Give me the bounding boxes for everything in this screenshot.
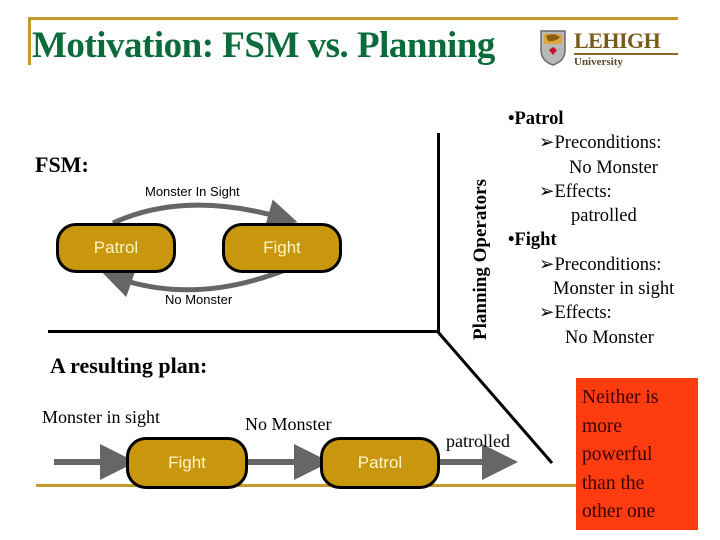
conclusion-callout: Neither is more powerful than the other … [576, 378, 698, 530]
state-label: Fight [263, 238, 301, 257]
callout-line: other one [582, 501, 656, 522]
plan-condition-monster-in-sight: Monster in sight [42, 407, 161, 427]
callout-line: than the [582, 472, 645, 494]
fsm-state-patrol: Patrol [56, 223, 176, 273]
operator-precond-label: ➢Preconditions: [539, 133, 662, 154]
plan-step-patrol: Patrol [320, 437, 440, 489]
callout-line: more [582, 415, 623, 437]
operator-effects-label: ➢Effects: [539, 181, 612, 202]
fsm-state-fight: Fight [222, 223, 342, 273]
transition-label-monster-in-sight: Monster In Sight [145, 184, 240, 199]
operator-precond-value: Monster in sight [553, 279, 675, 300]
operator-name: •Patrol [508, 109, 564, 129]
planning-operators-label: Planning Operators [470, 179, 491, 340]
horizontal-divider [48, 330, 440, 333]
operator-precond-value: No Monster [569, 157, 658, 178]
operator-effects-value: No Monster [565, 327, 654, 348]
operator-precond-label: ➢Preconditions: [539, 254, 662, 275]
callout-line: Neither is [582, 387, 659, 408]
callout-line: powerful [582, 444, 653, 465]
transition-label-no-monster: No Monster [165, 292, 233, 307]
operator-effects-value: patrolled [571, 206, 637, 227]
operator-effects-label: ➢Effects: [539, 303, 612, 324]
transition-arrow-patrol-to-fight [111, 199, 298, 229]
state-label: Patrol [357, 453, 403, 472]
state-label: Fight [168, 453, 206, 472]
operator-name: •Fight [508, 230, 557, 251]
planning-operators-list: •Patrol ➢Preconditions: No Monster ➢Effe… [508, 107, 674, 350]
plan-condition-no-monster: No Monster [245, 414, 332, 434]
plan-step-fight: Fight [126, 437, 248, 489]
plan-condition-patrolled: patrolled [446, 431, 510, 451]
vertical-divider [437, 133, 440, 333]
plan-label: A resulting plan: [50, 353, 208, 378]
state-label: Patrol [93, 238, 139, 257]
plan-baseline [36, 484, 581, 487]
